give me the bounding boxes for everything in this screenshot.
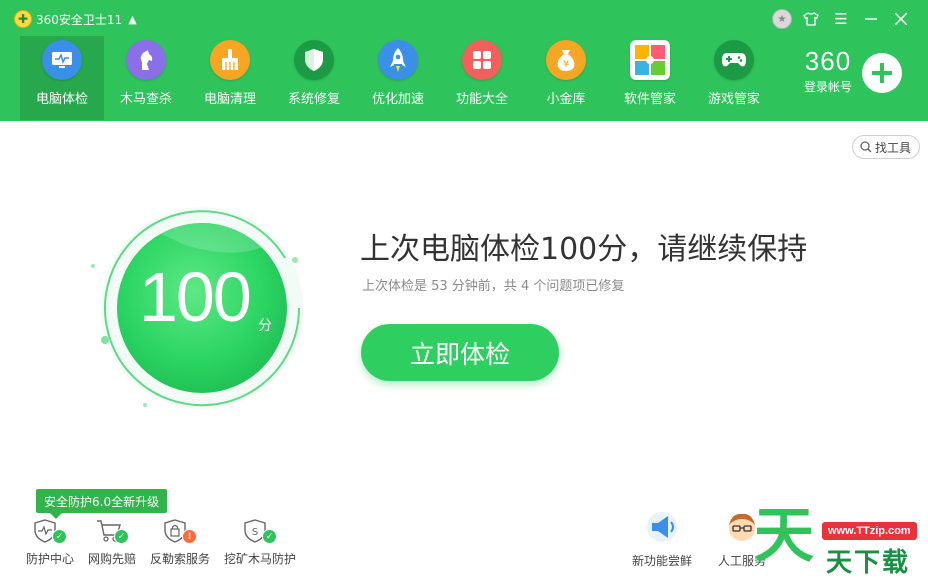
nav-label: 优化加速	[371, 92, 424, 107]
minimize-icon[interactable]	[860, 8, 882, 30]
ok-check-icon: ✓	[114, 529, 130, 544]
nav-item-vault[interactable]: ¥ 小金库	[524, 36, 608, 120]
watermark-glyph: 天	[754, 501, 814, 571]
nav-item-repair[interactable]: 系统修复	[272, 36, 356, 120]
plus-icon	[872, 63, 892, 83]
mining-protection-button[interactable]: S ✓ 挖矿木马防护	[224, 518, 296, 567]
nav-label: 游戏管家	[707, 92, 760, 107]
shield-lock-icon: !	[163, 518, 198, 544]
nav-label: 功能大全	[455, 92, 508, 107]
nav-label: 系统修复	[287, 92, 340, 107]
cart-icon: ✓	[95, 518, 130, 544]
nav-item-checkup[interactable]: 电脑体检	[20, 36, 104, 120]
checkup-subline: 上次体检是 53 分钟前，共 4 个问题项已修复	[362, 279, 625, 294]
window-controls: ★ ☰	[772, 8, 912, 30]
nav-item-trojan[interactable]: 木马查杀	[104, 36, 188, 120]
watermark-url: www.TTzip.com	[822, 522, 917, 540]
protection-center-button[interactable]: ✓ 防护中心	[26, 518, 74, 567]
bottom-left-tools: ✓ 防护中心 ✓ 网购先赔 ! 反勒索服务 S ✓ 挖矿木马防护	[26, 518, 310, 567]
title-bar: ✚ 360安全卫士11 ▲	[14, 9, 137, 29]
nav-label: 软件管家	[623, 92, 676, 107]
tool-label: 新功能尝鲜	[631, 554, 692, 568]
checkup-headline: 上次电脑体检100分，请继续保持	[360, 232, 808, 267]
score-unit: 分	[258, 318, 272, 334]
app-title: 360安全卫士11	[36, 12, 123, 27]
nav-label: 木马查杀	[119, 92, 172, 107]
shield-trojan-icon: S ✓	[243, 518, 278, 544]
shopping-guarantee-button[interactable]: ✓ 网购先赔	[88, 518, 136, 567]
software-flower-icon	[630, 40, 670, 80]
upgrade-tip-badge[interactable]: 安全防护6.0全新升级	[36, 489, 168, 519]
svg-text:S: S	[252, 527, 258, 538]
login-account[interactable]: 360 登录帐号	[795, 48, 861, 95]
svg-text:¥: ¥	[563, 59, 569, 70]
gamepad-icon	[714, 40, 754, 80]
search-icon	[860, 141, 872, 153]
app-logo-icon: ✚	[14, 10, 32, 28]
tool-label: 挖矿木马防护	[224, 552, 297, 566]
nav-label: 电脑清理	[203, 92, 256, 107]
horse-icon	[126, 40, 166, 80]
update-arrow-icon[interactable]: ▲	[128, 13, 136, 26]
monitor-icon	[42, 40, 82, 80]
warning-icon: !	[182, 529, 198, 544]
broom-icon	[210, 40, 250, 80]
anti-ransom-button[interactable]: ! 反勒索服务	[150, 518, 210, 567]
nav-item-software[interactable]: 软件管家	[608, 36, 692, 120]
find-tool-label: 找工具	[875, 140, 912, 155]
top-bar: ✚ 360安全卫士11 ▲ ★ ☰ 电脑体检 木马查杀 电脑清理 系统修复 优化…	[0, 0, 928, 121]
brand-360: 360	[804, 46, 852, 76]
skin-shirt-icon[interactable]	[800, 8, 822, 30]
nav-item-games[interactable]: 游戏管家	[692, 36, 776, 120]
new-feature-button[interactable]: 新功能尝鲜	[622, 510, 702, 569]
close-icon[interactable]	[890, 8, 912, 30]
nav-item-features[interactable]: 功能大全	[440, 36, 524, 120]
shield-icon	[294, 40, 334, 80]
nav-label: 小金库	[546, 92, 586, 107]
tool-label: 反勒索服务	[150, 552, 211, 566]
medal-icon[interactable]: ★	[772, 9, 792, 29]
shield-pulse-icon: ✓	[33, 518, 67, 544]
score-value: 100	[139, 258, 252, 336]
login-label: 登录帐号	[803, 80, 852, 94]
rocket-icon	[378, 40, 418, 80]
watermark-text: 天下载	[826, 548, 911, 578]
ok-check-icon: ✓	[52, 529, 67, 544]
add-plus-button[interactable]	[862, 53, 902, 93]
tool-label: 防护中心	[26, 552, 75, 566]
nav-label: 电脑体检	[35, 92, 88, 107]
megaphone-icon	[647, 512, 677, 542]
main-nav: 电脑体检 木马查杀 电脑清理 系统修复 优化加速 功能大全 ¥ 小金库 软件管家…	[20, 36, 776, 120]
menu-icon[interactable]: ☰	[830, 8, 852, 30]
nav-item-cleanup[interactable]: 电脑清理	[188, 36, 272, 120]
ok-check-icon: ✓	[262, 529, 278, 544]
nav-item-speedup[interactable]: 优化加速	[356, 36, 440, 120]
check-now-button[interactable]: 立即体检	[361, 324, 559, 381]
tool-label: 网购先赔	[88, 552, 137, 566]
money-bag-icon: ¥	[546, 40, 586, 80]
find-tool-button[interactable]: 找工具	[852, 135, 920, 159]
grid-apps-icon	[462, 40, 502, 80]
